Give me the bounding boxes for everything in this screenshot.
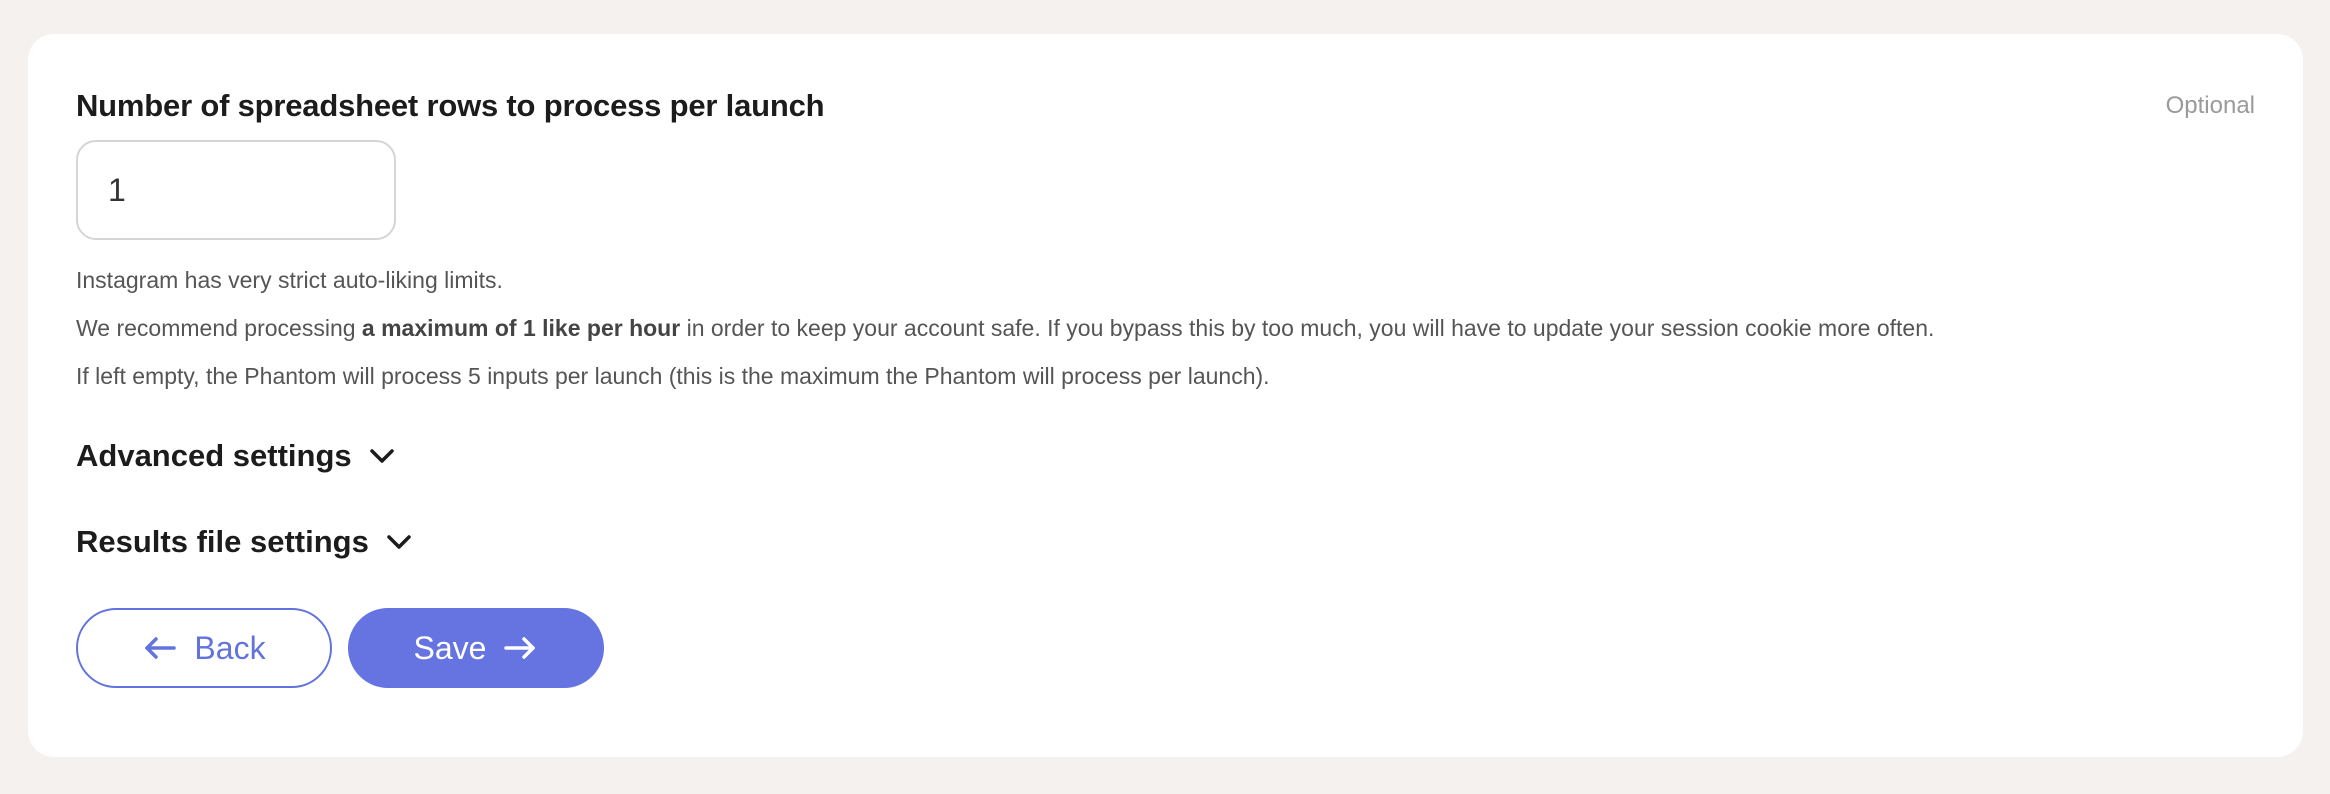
- optional-tag: Optional: [2165, 92, 2255, 119]
- arrow-left-icon: [142, 630, 178, 666]
- advanced-settings-toggle[interactable]: Advanced settings: [76, 438, 396, 474]
- help-line-2-before: We recommend processing: [76, 315, 362, 341]
- button-row: Back Save: [76, 608, 2255, 688]
- chevron-down-icon: [368, 442, 396, 470]
- save-button-label: Save: [413, 629, 487, 666]
- rows-per-launch-input[interactable]: [76, 140, 396, 240]
- help-line-2-bold: a maximum of 1 like per hour: [361, 315, 681, 341]
- help-line-2-after: in order to keep your account safe. If y…: [680, 315, 1935, 341]
- results-file-settings-label: Results file settings: [76, 524, 369, 559]
- help-line-3: If left empty, the Phantom will process …: [76, 363, 1270, 389]
- advanced-settings-label: Advanced settings: [76, 438, 352, 473]
- field-label: Number of spreadsheet rows to process pe…: [76, 88, 825, 123]
- back-button-label: Back: [194, 629, 266, 666]
- save-button[interactable]: Save: [348, 608, 604, 688]
- help-line-1: Instagram has very strict auto-liking li…: [76, 267, 503, 293]
- arrow-right-icon: [502, 630, 538, 666]
- help-text: Instagram has very strict auto-liking li…: [76, 256, 2255, 400]
- back-button[interactable]: Back: [76, 608, 332, 688]
- chevron-down-icon: [385, 528, 413, 556]
- field-header: Number of spreadsheet rows to process pe…: [76, 86, 2255, 126]
- help-line-2: We recommend processing a maximum of 1 l…: [76, 304, 2255, 352]
- results-file-settings-toggle[interactable]: Results file settings: [76, 524, 413, 560]
- settings-card: Number of spreadsheet rows to process pe…: [28, 34, 2303, 757]
